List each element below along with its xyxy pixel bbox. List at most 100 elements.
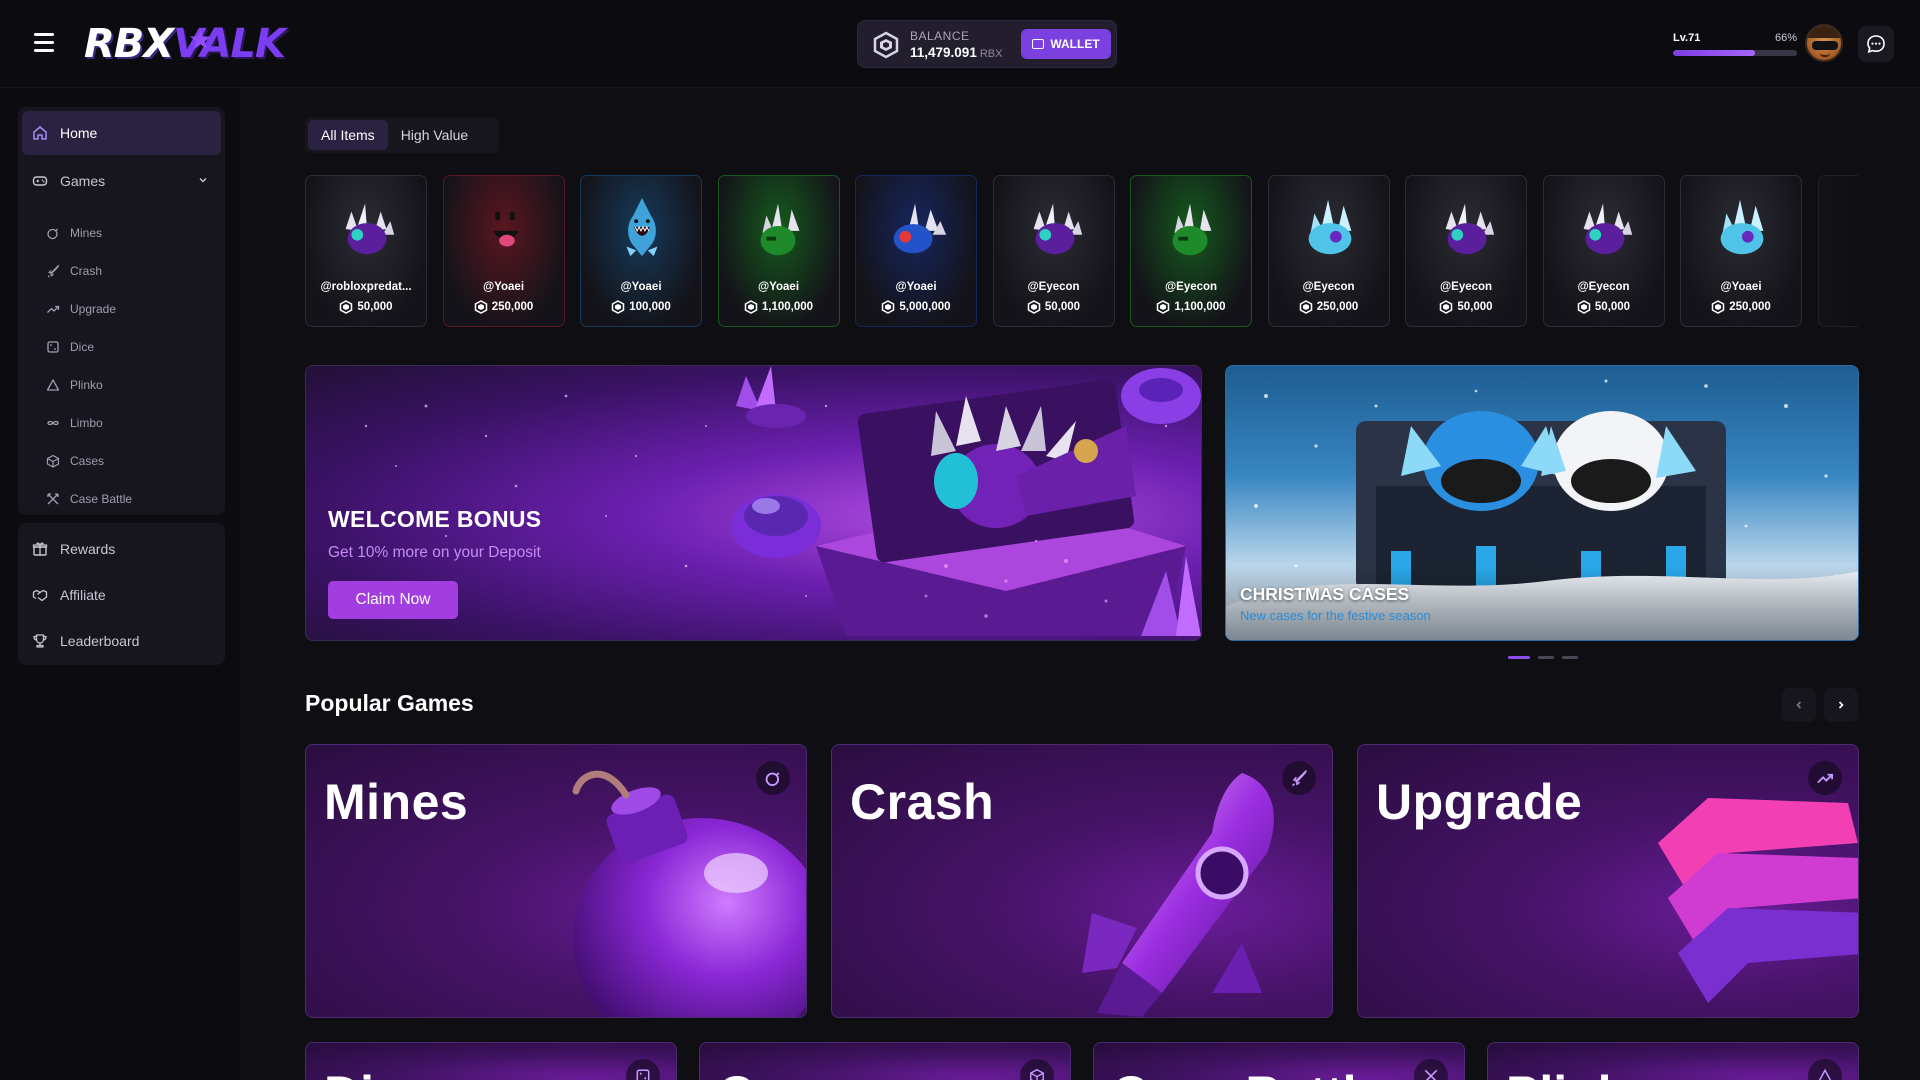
game-title: Mines — [324, 774, 469, 830]
sidebar-item-upgrade[interactable]: Upgrade — [46, 293, 216, 325]
sidebar-item-games[interactable]: Games — [22, 159, 221, 203]
sidebar-item-rewards[interactable]: Rewards — [22, 527, 221, 571]
claim-now-button[interactable]: Claim Now — [328, 581, 458, 619]
item-card[interactable]: @Yoaei 100,000 — [580, 175, 702, 327]
item-card[interactable]: @Yoaei 5,000,000 — [855, 175, 977, 327]
item-value: 50,000 — [1544, 300, 1664, 314]
tab-high-value[interactable]: High Value — [388, 120, 481, 150]
wallet-button[interactable]: WALLET — [1021, 29, 1111, 59]
item-image — [345, 203, 395, 255]
level-bar — [1673, 50, 1797, 56]
game-card-mines[interactable]: Mines — [305, 744, 807, 1018]
game-card-dice[interactable]: Dice — [305, 1042, 677, 1080]
rbx-coin-icon — [1157, 300, 1170, 314]
sidebar-item-plinko[interactable]: Plinko — [46, 369, 216, 401]
item-owner: @Yoaei — [482, 281, 525, 293]
sidebar-item-affiliate[interactable]: Affiliate — [22, 573, 221, 617]
trend-up-icon — [1808, 761, 1842, 795]
game-title: Cases — [718, 1065, 865, 1080]
item-filter-tabs: All Items High Value — [305, 117, 499, 153]
sidebar-sub-label: Mines — [70, 226, 103, 240]
item-card[interactable]: @Yoaei 250,000 — [442, 175, 565, 327]
item-value: 50,000 — [994, 300, 1114, 314]
balance-label: BALANCE — [910, 29, 970, 43]
sidebar-item-case-battle[interactable]: Case Battle — [46, 483, 216, 515]
sidebar-item-home[interactable]: Home — [22, 111, 221, 155]
pagination-dot[interactable] — [1508, 656, 1530, 659]
item-card[interactable]: @Yoaei 250,000 — [1680, 175, 1802, 327]
item-owner: @Yoaei — [620, 281, 662, 293]
sidebar-sub-label: Crash — [70, 264, 103, 278]
rbx-coin-icon — [474, 300, 487, 314]
triangle-icon — [1808, 1059, 1842, 1080]
sidebar-item-label: Home — [60, 125, 98, 141]
rocket-icon — [47, 264, 60, 278]
logo-star-icon: ★ — [188, 23, 213, 56]
chevron-down-icon[interactable] — [197, 174, 209, 186]
item-owner: @Eyecon — [1164, 281, 1218, 293]
sidebar-item-leaderboard[interactable]: Leaderboard — [22, 619, 221, 663]
tab-all-items[interactable]: All Items — [308, 120, 388, 150]
pagination-dot[interactable] — [1562, 656, 1578, 659]
sidebar-item-cases[interactable]: Cases — [46, 445, 216, 477]
item-owner: @Eyecon — [1439, 281, 1493, 293]
infinity-icon — [47, 420, 59, 426]
item-card[interactable]: @Eyecon 250,000 — [1267, 175, 1390, 327]
sidebar-sub-label: Case Battle — [70, 492, 133, 506]
item-image — [1033, 203, 1082, 255]
sidebar-item-limbo[interactable]: Limbo — [46, 407, 216, 439]
item-owner: @robloxpredat... — [320, 281, 412, 293]
item-image — [893, 203, 947, 254]
item-card[interactable]: @Eyecon 50,000 — [1405, 175, 1527, 327]
item-value-amount: 250,000 — [1316, 301, 1359, 313]
item-value-amount: 100,000 — [629, 301, 671, 313]
home-icon — [33, 126, 47, 140]
item-value-amount: 250,000 — [491, 301, 534, 313]
balance-value: 11,479.091 RBX — [910, 45, 1002, 60]
rbx-coin-icon — [1027, 300, 1041, 314]
sidebar-games-panel: Home Games Mines Crash Upgrade Dice Plin… — [18, 107, 225, 515]
sidebar-item-crash[interactable]: Crash — [46, 255, 216, 287]
avatar[interactable] — [1805, 24, 1843, 62]
game-card-cases[interactable]: Cases — [699, 1042, 1071, 1080]
sidebar-item-dice[interactable]: Dice — [46, 331, 216, 363]
game-card-crash[interactable]: Crash — [831, 744, 1333, 1018]
chevron-right-icon — [1838, 701, 1844, 709]
game-title: Dice — [324, 1065, 430, 1080]
rbx-coin-icon — [611, 300, 625, 314]
trend-up-icon — [47, 305, 60, 313]
prev-button[interactable] — [1782, 688, 1816, 722]
banner-pagination — [1508, 656, 1578, 659]
pagination-dot[interactable] — [1538, 656, 1554, 659]
welcome-bonus-banner[interactable]: WELCOME BONUS Get 10% more on your Depos… — [305, 365, 1202, 641]
item-owner: @Yoaei — [757, 281, 800, 293]
level-percent: 66% — [1774, 32, 1797, 44]
item-image — [492, 211, 519, 247]
item-value: 250,000 — [444, 300, 564, 314]
rbx-coin-icon — [1711, 300, 1725, 314]
game-card-case-battle[interactable]: Case Battle — [1093, 1042, 1465, 1080]
sidebar-item-mines[interactable]: Mines — [46, 217, 216, 249]
item-value: 100,000 — [581, 300, 701, 314]
item-card[interactable]: @Eyecon 1,100,000 — [1130, 175, 1252, 327]
item-image — [1308, 199, 1351, 255]
item-value-amount: 50,000 — [1044, 301, 1081, 313]
next-button[interactable] — [1824, 688, 1858, 722]
sidebar-extras-panel: Rewards Affiliate Leaderboard — [18, 523, 225, 665]
item-card[interactable]: @Yoaei 1,100,000 — [717, 175, 840, 327]
item-card[interactable]: @robloxpredat... 50,000 — [305, 175, 427, 327]
item-card-partial[interactable] — [1818, 175, 1858, 327]
logo[interactable]: RBXVALK ★ — [84, 14, 324, 74]
balance-unit: RBX — [979, 48, 1003, 60]
top-bar: RBXVALK ★ BALANCE 11,479.091 RBX WALLET L… — [0, 0, 1920, 88]
swords-icon — [1414, 1059, 1448, 1080]
item-card[interactable]: @Eyecon 50,000 — [992, 175, 1115, 327]
sidebar-sub-label: Upgrade — [70, 302, 117, 316]
item-card[interactable]: @Eyecon 50,000 — [1542, 175, 1665, 327]
game-card-upgrade[interactable]: Upgrade — [1357, 744, 1859, 1018]
menu-icon[interactable] — [34, 33, 60, 55]
game-card-plinko[interactable]: Plinko — [1487, 1042, 1859, 1080]
christmas-cases-banner[interactable]: CHRISTMAS CASES New cases for the festiv… — [1225, 365, 1859, 641]
chat-button[interactable] — [1858, 26, 1894, 62]
item-owner: @Eyecon — [1577, 281, 1630, 293]
